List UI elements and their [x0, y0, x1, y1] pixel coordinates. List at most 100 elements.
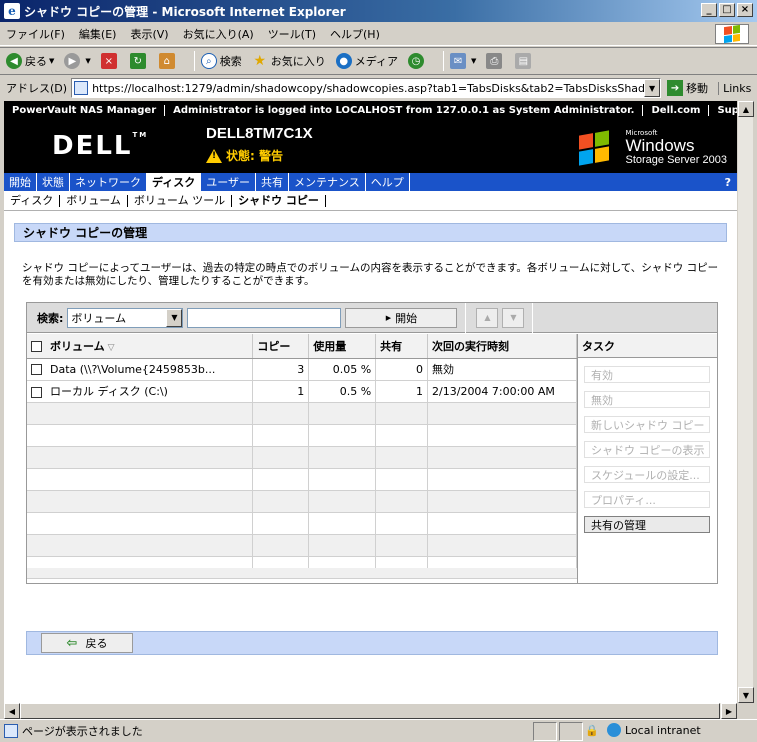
history-button[interactable]: ◷: [408, 53, 427, 69]
banner: DELLTM DELL8TM7C1X ! 状態: 警告 Microsoft Wi…: [4, 119, 737, 173]
tab-status[interactable]: 状態: [37, 173, 70, 191]
row-checkbox[interactable]: [31, 364, 42, 375]
task-enable-button[interactable]: 有効: [584, 366, 710, 383]
table-row[interactable]: Data (\\?\Volume{2459853b... 3 0.05 % 0 …: [27, 358, 577, 381]
search-bar: 検索: ボリューム ▼ ▶ 開始 ▲ ▼: [27, 302, 717, 333]
task-properties-button[interactable]: プロパティ...: [584, 491, 710, 508]
edit-icon: ▤: [515, 53, 532, 69]
page-down-button[interactable]: ▼: [502, 307, 525, 328]
tab-disks[interactable]: ディスク: [147, 173, 202, 191]
help-icon[interactable]: ?: [725, 176, 731, 189]
volume-name: ローカル ディスク (C:\): [50, 385, 168, 398]
used-value: 0.05 %: [308, 358, 377, 381]
dell-logo: DELLTM: [52, 131, 149, 161]
next-run-value: 2/13/2004 7:00:00 AM: [427, 380, 577, 403]
task-header: タスク: [578, 334, 717, 358]
menu-tools[interactable]: ツール(T): [268, 26, 316, 42]
subtab-volume-tools[interactable]: ボリューム ツール: [128, 194, 233, 207]
search-icon: ⌕: [200, 53, 217, 69]
address-input[interactable]: https://localhost:1279/admin/shadowcopy/…: [71, 78, 662, 98]
go-button[interactable]: ➔ 移動: [667, 80, 708, 96]
star-icon: ★: [253, 53, 267, 69]
tab-shares[interactable]: 共有: [256, 173, 290, 191]
select-all-checkbox[interactable]: [31, 341, 42, 353]
support-link[interactable]: Support.Dell.com: [709, 105, 737, 116]
favorites-button[interactable]: ★ お気に入り: [252, 53, 326, 69]
start-search-label: 開始: [395, 311, 418, 325]
task-manage-shares-button[interactable]: 共有の管理: [584, 516, 710, 533]
mail-button[interactable]: ✉ ▼: [450, 53, 476, 69]
empty-row: [27, 512, 577, 535]
table-scroll-strip[interactable]: [27, 568, 577, 578]
row-checkbox[interactable]: [31, 386, 42, 398]
forward-button[interactable]: ▶ ▼: [64, 53, 91, 69]
login-info: Administrator is logged into LOCALHOST f…: [165, 104, 644, 116]
tab-users[interactable]: ユーザー: [201, 173, 257, 191]
scroll-down-icon[interactable]: ▼: [738, 687, 754, 703]
minimize-button[interactable]: _: [701, 3, 717, 17]
subtab-disks[interactable]: ディスク: [4, 194, 61, 207]
print-button[interactable]: ⎙: [486, 53, 505, 69]
address-url: https://localhost:1279/admin/shadowcopy/…: [92, 81, 644, 95]
vertical-scrollbar[interactable]: ▲ ▼: [737, 101, 754, 703]
dell-link[interactable]: Dell.com: [643, 104, 710, 116]
search-field-select[interactable]: ボリューム ▼: [67, 307, 184, 328]
task-view-shadow-copies-button[interactable]: シャドウ コピーの表示: [584, 441, 710, 458]
column-volume[interactable]: ボリューム ▽: [27, 334, 254, 359]
stop-icon: ×: [100, 53, 117, 69]
close-button[interactable]: ×: [737, 3, 753, 17]
page-up-button[interactable]: ▲: [476, 307, 499, 328]
empty-row: [27, 446, 577, 469]
page-title: シャドウ コピーの管理: [14, 223, 727, 242]
column-next-run[interactable]: 次回の実行時刻: [427, 334, 577, 359]
horizontal-scroll-thumb[interactable]: [20, 703, 720, 719]
home-button[interactable]: ⌂: [158, 53, 178, 69]
menu-edit[interactable]: 編集(E): [79, 26, 117, 42]
address-dropdown-icon[interactable]: ▼: [644, 79, 661, 97]
task-disable-button[interactable]: 無効: [584, 391, 710, 408]
main-tabs: 開始 状態 ネットワーク ディスク ユーザー 共有 メンテナンス ヘルプ ?: [4, 173, 737, 191]
nas-header-bar: PowerVault NAS Manager Administrator is …: [4, 101, 737, 119]
menu-favorites[interactable]: お気に入り(A): [183, 26, 254, 42]
status-text: 状態: 警告: [226, 149, 283, 163]
stop-button[interactable]: ×: [100, 53, 120, 69]
search-input[interactable]: [187, 307, 342, 328]
menu-file[interactable]: ファイル(F): [6, 26, 65, 42]
column-copies[interactable]: コピー: [252, 334, 310, 359]
horizontal-scrollbar[interactable]: ◀ ▶: [4, 703, 737, 719]
back-button[interactable]: ◀ 戻る ▼: [6, 53, 54, 69]
search-button[interactable]: ⌕ 検索: [200, 53, 242, 69]
windows-storage-server-logo: Microsoft Windows Storage Server 2003: [625, 129, 727, 166]
copies-value: 3: [252, 358, 310, 381]
menu-help[interactable]: ヘルプ(H): [330, 26, 380, 42]
task-set-schedule-button[interactable]: スケジュールの設定...: [584, 466, 710, 483]
media-button[interactable]: ● メディア: [335, 53, 398, 69]
lock-icon: 🔒: [585, 724, 599, 737]
dropdown-icon: ▼: [49, 57, 55, 65]
links-button[interactable]: Links: [718, 81, 751, 95]
address-label: アドレス(D): [6, 82, 68, 95]
bottom-back-button[interactable]: ⇦ 戻る: [41, 633, 133, 653]
scroll-up-icon[interactable]: ▲: [738, 101, 754, 117]
maximize-button[interactable]: □: [719, 3, 735, 17]
scroll-right-icon[interactable]: ▶: [721, 703, 737, 719]
refresh-icon: ↻: [129, 53, 146, 69]
refresh-button[interactable]: ↻: [129, 53, 149, 69]
tab-start[interactable]: 開始: [4, 173, 37, 191]
tab-help[interactable]: ヘルプ: [366, 173, 410, 191]
table-row[interactable]: ローカル ディスク (C:\) 1 0.5 % 1 2/13/2004 7:00…: [27, 380, 577, 403]
scroll-left-icon[interactable]: ◀: [4, 703, 20, 719]
tab-maintenance[interactable]: メンテナンス: [289, 173, 366, 191]
edit-button[interactable]: ▤: [515, 53, 534, 69]
task-new-shadow-copy-button[interactable]: 新しいシャドウ コピー: [584, 416, 710, 433]
windows-logo-icon: [715, 24, 749, 44]
back-arrow-icon: ◀: [6, 53, 22, 69]
subtab-shadow-copies[interactable]: シャドウ コピー: [232, 194, 326, 207]
column-shares[interactable]: 共有: [375, 334, 429, 359]
sub-tabs: ディスク ボリューム ボリューム ツール シャドウ コピー: [4, 191, 737, 211]
menu-view[interactable]: 表示(V): [130, 26, 168, 42]
tab-network[interactable]: ネットワーク: [70, 173, 147, 191]
subtab-volumes[interactable]: ボリューム: [60, 194, 128, 207]
column-used[interactable]: 使用量: [308, 334, 377, 359]
start-search-button[interactable]: ▶ 開始: [345, 307, 458, 328]
